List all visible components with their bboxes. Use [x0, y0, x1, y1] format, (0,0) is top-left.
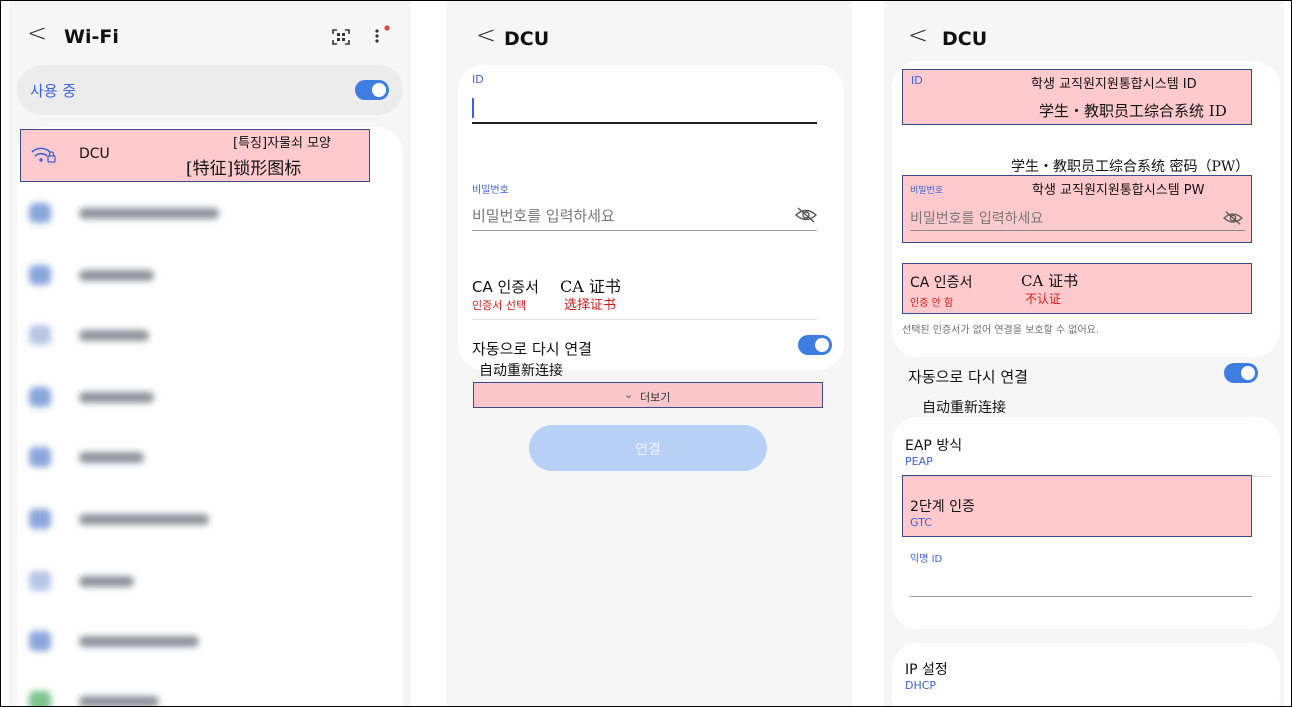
id-field[interactable] [472, 96, 817, 124]
wifi-master-toggle-row[interactable]: 사용 중 [17, 65, 403, 115]
more-options-icon[interactable] [369, 23, 395, 49]
list-item[interactable] [29, 687, 249, 706]
more-label: 더보기 [640, 391, 671, 404]
list-item[interactable] [29, 505, 249, 535]
dcu-form-empty: < DCU ID 비밀번호 비밀번호를 입력하세요 CA 인증서 CA 证书 인… [446, 1, 852, 706]
auto-reconnect-toggle[interactable] [1224, 363, 1258, 383]
back-button[interactable]: < [27, 19, 47, 47]
eye-off-icon[interactable] [795, 206, 817, 224]
ip-settings-value: DHCP [905, 679, 937, 692]
in-use-label: 사용 중 [30, 82, 77, 100]
page-title: DCU [504, 28, 550, 50]
password-label: 비밀번호 [472, 185, 509, 196]
password-note-cn: 学生・教职员工综合系统 密码（PW） [1011, 159, 1250, 175]
page-title: DCU [942, 28, 988, 50]
phase2-auth-value: GTC [910, 516, 932, 529]
ca-cert-value-cn: 选择证书 [564, 298, 617, 313]
auto-reconnect-label: 자동으로 다시 연결 [908, 368, 1028, 386]
auto-reconnect-toggle[interactable] [798, 335, 832, 355]
list-item[interactable] [29, 321, 249, 351]
eye-off-icon[interactable] [1223, 210, 1243, 226]
auto-reconnect-label: 자동으로 다시 연결 [472, 340, 592, 358]
ca-cert-label: CA 인증서 [472, 278, 539, 296]
wifi-toggle[interactable] [355, 80, 389, 100]
wifi-lock-icon [31, 147, 56, 163]
password-note-ko: 학생 교직원지원통합시스템 PW [1032, 183, 1205, 198]
auto-reconnect-note-cn: 自动重新连接 [922, 400, 1006, 416]
page-title: Wi-Fi [64, 26, 119, 48]
anonymous-id-field[interactable] [910, 569, 1252, 597]
dcu-form-annotated: < DCU ID 학생 교직원지원통합시스템 ID 学生・教职员工综合系统 ID… [884, 1, 1284, 706]
network-name: DCU [79, 146, 110, 162]
id-field[interactable]: ID 학생 교직원지원통합시스템 ID 学生・教职员工综合系统 ID [902, 69, 1252, 125]
password-placeholder: 비밀번호를 입력하세요 [910, 211, 1044, 227]
network-item-dcu[interactable]: DCU [특징]자물쇠 모양 [特征]锁形图标 [20, 129, 370, 182]
ca-cert-row[interactable]: CA 인증서 CA 证书 인증서 선택 选择证书 [472, 265, 817, 320]
divider [910, 230, 1245, 231]
chevron-down-icon: ⌄ [624, 388, 634, 401]
id-note-ko: 학생 교직원지원통합시스템 ID [1031, 77, 1197, 92]
eap-method-value: PEAP [905, 455, 933, 468]
password-label: 비밀번호 [910, 186, 944, 196]
list-item[interactable] [29, 199, 249, 229]
list-item[interactable] [29, 567, 249, 597]
more-button[interactable]: ⌄ 더보기 [473, 382, 823, 408]
ca-cert-note-cn: CA 证书 [1021, 272, 1079, 290]
password-placeholder: 비밀번호를 입력하세요 [472, 207, 615, 225]
password-field[interactable]: 비밀번호 학생 교직원지원통합시스템 PW 비밀번호를 입력하세요 [902, 175, 1252, 243]
list-item[interactable] [29, 443, 249, 473]
credential-card: ID 비밀번호 비밀번호를 입력하세요 CA 인증서 CA 证书 인증서 선택 … [458, 65, 844, 370]
wifi-screen: < Wi-Fi 사용 중 DCU [특징]자물쇠 모양 [特征]锁形图标 [9, 1, 411, 706]
ca-cert-label: CA 인증서 [910, 275, 973, 291]
text-cursor [472, 98, 474, 118]
connect-label: 연결 [635, 442, 661, 458]
ca-cert-row[interactable]: CA 인증서 CA 证书 인증 안 함 不认证 [902, 263, 1252, 314]
password-field[interactable]: 비밀번호를 입력하세요 [472, 199, 817, 231]
eap-method-label: EAP 방식 [905, 438, 963, 454]
lock-feature-note-ko: [특징]자물쇠 모양 [233, 136, 331, 151]
phase2-auth-label: 2단계 인증 [910, 499, 975, 515]
qr-scan-icon[interactable] [331, 27, 351, 47]
id-label: ID [911, 74, 923, 87]
list-item[interactable] [29, 261, 249, 291]
ca-cert-warning: 선택된 인증서가 없어 연결을 보호할 수 없어요. [902, 325, 1100, 336]
id-note-cn: 学生・教职员工综合系统 ID [1039, 102, 1227, 120]
list-item[interactable] [29, 383, 249, 413]
lock-feature-note-cn: [特征]锁形图标 [186, 159, 302, 179]
list-item[interactable] [29, 627, 249, 657]
auto-reconnect-note-cn: 自动重新连接 [479, 363, 563, 379]
ip-settings-card[interactable]: IP 설정 DHCP [892, 643, 1280, 706]
connect-button[interactable]: 연결 [529, 425, 767, 471]
ca-cert-value-cn: 不认证 [1025, 292, 1062, 306]
id-label: ID [472, 73, 484, 86]
eap-method-row[interactable]: EAP 방식 PEAP [898, 425, 1272, 477]
ca-cert-value: 인증서 선택 [472, 299, 527, 312]
back-button[interactable]: < [476, 21, 496, 49]
ca-cert-value: 인증 안 함 [910, 298, 954, 309]
back-button[interactable]: < [908, 21, 928, 49]
ip-settings-label: IP 설정 [905, 662, 948, 678]
phase2-auth-row[interactable]: 2단계 인증 GTC [902, 475, 1252, 537]
anonymous-id-label: 익명 ID [910, 554, 943, 565]
